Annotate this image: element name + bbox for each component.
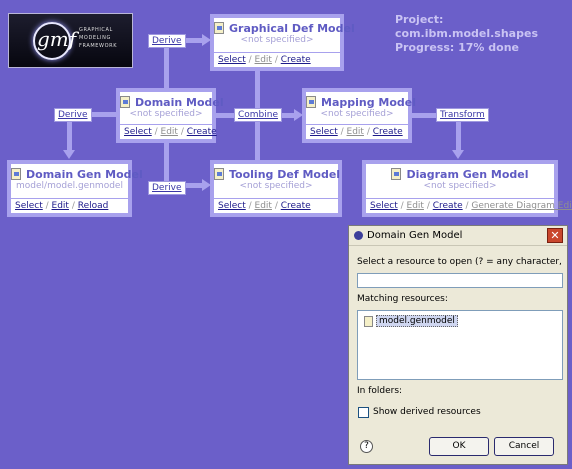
domain-model-path: <not specified> [129, 109, 203, 119]
help-icon[interactable]: ? [360, 440, 373, 453]
dialog-titlebar[interactable]: Domain Gen Model ✕ [349, 226, 567, 246]
logo-text: GRAPHICAL MODELING FRAMEWORK [79, 27, 118, 49]
transform-label[interactable]: Transform [436, 108, 489, 122]
graphical-def-model-path: <not specified> [240, 35, 314, 45]
open-resource-dialog: Domain Gen Model ✕ Select a resource to … [348, 225, 568, 465]
gmf-logo: gmf GRAPHICAL MODELING FRAMEWORK [8, 13, 133, 68]
domain-model-title: Domain Model [120, 92, 224, 109]
domain-gen-model-title: Domain Gen Model [11, 164, 143, 181]
model-file-icon [214, 22, 224, 34]
model-file-icon [306, 96, 316, 108]
edit-link[interactable]: Edit [255, 201, 272, 211]
derive-label-bottom[interactable]: Derive [148, 181, 186, 195]
arrow-diagram-gen [452, 150, 464, 159]
select-link[interactable]: Select [370, 201, 398, 211]
tooling-def-model-node: Tooling Def Model <not specified> Select… [210, 160, 342, 217]
list-item[interactable]: model.genmodel [362, 315, 458, 328]
domain-gen-model-path: model/model.genmodel [16, 181, 123, 191]
model-file-icon [11, 168, 21, 180]
select-link[interactable]: Select [15, 201, 43, 211]
logo-mark: gmf [37, 27, 77, 51]
model-file-icon [120, 96, 130, 108]
graphical-def-model-node: Graphical Def Model <not specified> Sele… [210, 14, 355, 71]
diagram-gen-model-node: Diagram Gen Model <not specified> Select… [362, 160, 572, 217]
derive-label-left[interactable]: Derive [54, 108, 92, 122]
show-derived-label: Show derived resources [373, 407, 481, 417]
list-item-label: model.genmodel [376, 315, 458, 327]
create-link[interactable]: Create [187, 127, 217, 137]
mapping-model-path: <not specified> [320, 109, 394, 119]
dialog-title: Domain Gen Model [367, 230, 463, 241]
reload-link[interactable]: Reload [78, 201, 109, 211]
matching-resources-list[interactable]: model.genmodel [357, 310, 563, 380]
dialog-prompt: Select a resource to open (? = any chara… [357, 257, 563, 267]
select-link[interactable]: Select [310, 127, 338, 137]
diagram-gen-model-title: Diagram Gen Model [366, 164, 554, 181]
in-folders-label: In folders: [357, 386, 403, 396]
tooling-def-model-actions: Select / Edit / Create [214, 198, 338, 213]
create-link[interactable]: Create [281, 55, 311, 65]
create-link[interactable]: Create [281, 201, 311, 211]
select-link[interactable]: Select [124, 127, 152, 137]
domain-model-node: Domain Model <not specified> Select / Ed… [116, 88, 224, 143]
tooling-def-model-path: <not specified> [239, 181, 313, 191]
edit-link[interactable]: Edit [407, 201, 424, 211]
project-text: Project: com.ibm.model.shapes [395, 13, 538, 40]
connector-domain-up [164, 42, 169, 90]
graphical-def-model-actions: Select / Edit / Create [214, 52, 340, 67]
domain-model-actions: Select / Edit / Create [120, 124, 217, 139]
select-link[interactable]: Select [218, 55, 246, 65]
combine-label[interactable]: Combine [234, 108, 283, 122]
select-link[interactable]: Select [218, 201, 246, 211]
domain-gen-model-node: Domain Gen Model model/model.genmodel Se… [7, 160, 143, 217]
model-file-icon [391, 168, 402, 180]
model-file-icon [214, 168, 224, 180]
mapping-model-title: Mapping Model [306, 92, 416, 109]
cancel-button[interactable]: Cancel [494, 437, 554, 456]
create-link[interactable]: Create [433, 201, 463, 211]
tooling-def-model-title: Tooling Def Model [214, 164, 340, 181]
status-block: Project: com.ibm.model.shapes Progress: … [395, 13, 572, 55]
create-link[interactable]: Create [373, 127, 403, 137]
ok-button[interactable]: OK [429, 437, 489, 456]
generate-diagram-editor-link[interactable]: Generate Diagram Editor [471, 201, 572, 211]
diagram-gen-model-path: <not specified> [423, 181, 497, 191]
edit-link[interactable]: Edit [52, 201, 69, 211]
edit-link[interactable]: Edit [161, 127, 178, 137]
edit-link[interactable]: Edit [255, 55, 272, 65]
resource-search-input[interactable] [357, 273, 563, 288]
file-icon [364, 316, 373, 327]
domain-gen-model-actions: Select / Edit / Reload [11, 198, 128, 213]
arrow-domain-gen [63, 150, 75, 159]
matching-resources-label: Matching resources: [357, 294, 448, 304]
diagram-gen-model-actions: Select / Edit / Create / Generate Diagra… [366, 198, 572, 213]
close-button[interactable]: ✕ [547, 228, 563, 243]
mapping-model-node: Mapping Model <not specified> Select / E… [302, 88, 416, 143]
mapping-model-actions: Select / Edit / Create [306, 124, 408, 139]
progress-text: Progress: 17% done [395, 41, 520, 54]
graphical-def-model-title: Graphical Def Model [214, 18, 355, 35]
eclipse-icon [354, 231, 363, 240]
edit-link[interactable]: Edit [347, 127, 364, 137]
derive-label-top[interactable]: Derive [148, 34, 186, 48]
show-derived-checkbox[interactable] [358, 407, 369, 418]
